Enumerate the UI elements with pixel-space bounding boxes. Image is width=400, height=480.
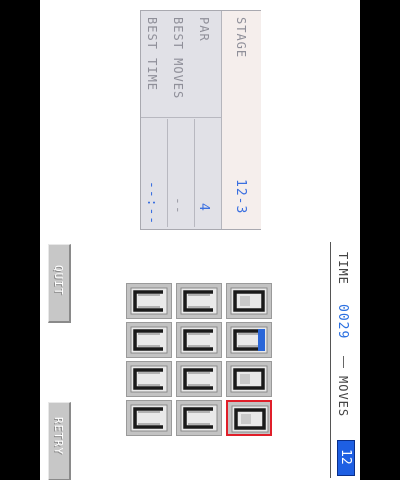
top-screen: STAGE 12-3 PAR 4 BEST MOVES -- BEST TIME…: [40, 0, 360, 240]
board-cell[interactable]: [126, 361, 172, 397]
retry-label: RETRY: [52, 417, 65, 456]
board-cell[interactable]: [126, 322, 172, 358]
stats-panel: STAGE 12-3 PAR 4 BEST MOVES -- BEST TIME…: [140, 10, 261, 230]
moves-counter: 12: [337, 440, 355, 476]
tile-icon: [231, 405, 269, 433]
tile-icon: [230, 365, 268, 393]
par-label: PAR: [197, 17, 211, 42]
hud-divider: [330, 242, 331, 478]
best-time-value: --:--: [144, 181, 159, 226]
divider: [194, 119, 195, 227]
puzzle-board: [126, 283, 274, 437]
best-moves-value: --: [170, 197, 185, 215]
board-cell[interactable]: [176, 322, 222, 358]
board-cell[interactable]: [176, 283, 222, 319]
time-label: TIME: [336, 252, 350, 285]
board-cell[interactable]: [226, 361, 272, 397]
par-value: 4: [196, 203, 211, 212]
board-cell[interactable]: [126, 283, 172, 319]
tile-icon: [130, 287, 168, 315]
board-cell[interactable]: [226, 283, 272, 319]
tile-icon: [180, 404, 218, 432]
tile-icon: [180, 287, 218, 315]
tile-icon: [230, 287, 268, 315]
stage-label: STAGE: [234, 17, 248, 59]
moves-value: 12: [338, 449, 353, 465]
tile-icon: [180, 326, 218, 354]
tile-icon: [230, 326, 268, 354]
tile-icon: [130, 365, 168, 393]
divider: [141, 117, 221, 118]
quit-button[interactable]: QUIT: [48, 244, 71, 323]
hud-separator: [343, 356, 344, 368]
divider: [167, 119, 168, 227]
moves-label: MOVES: [336, 376, 350, 418]
board-cell[interactable]: [226, 400, 272, 436]
tile-icon: [130, 404, 168, 432]
tile-icon: [130, 326, 168, 354]
tile-icon: [180, 365, 218, 393]
board-cell[interactable]: [226, 322, 272, 358]
retry-button[interactable]: RETRY: [48, 402, 71, 480]
board-cell[interactable]: [126, 400, 172, 436]
best-time-label: BEST TIME: [145, 17, 159, 92]
board-cell[interactable]: [176, 400, 222, 436]
time-value: 0029: [335, 304, 350, 340]
board-cell[interactable]: [176, 361, 222, 397]
quit-label: QUIT: [52, 265, 65, 296]
stage-value: 12-3: [233, 179, 248, 215]
bottom-screen: TIME 0029 MOVES 12 QUIT RETRY: [40, 240, 360, 480]
best-moves-label: BEST MOVES: [171, 17, 185, 100]
